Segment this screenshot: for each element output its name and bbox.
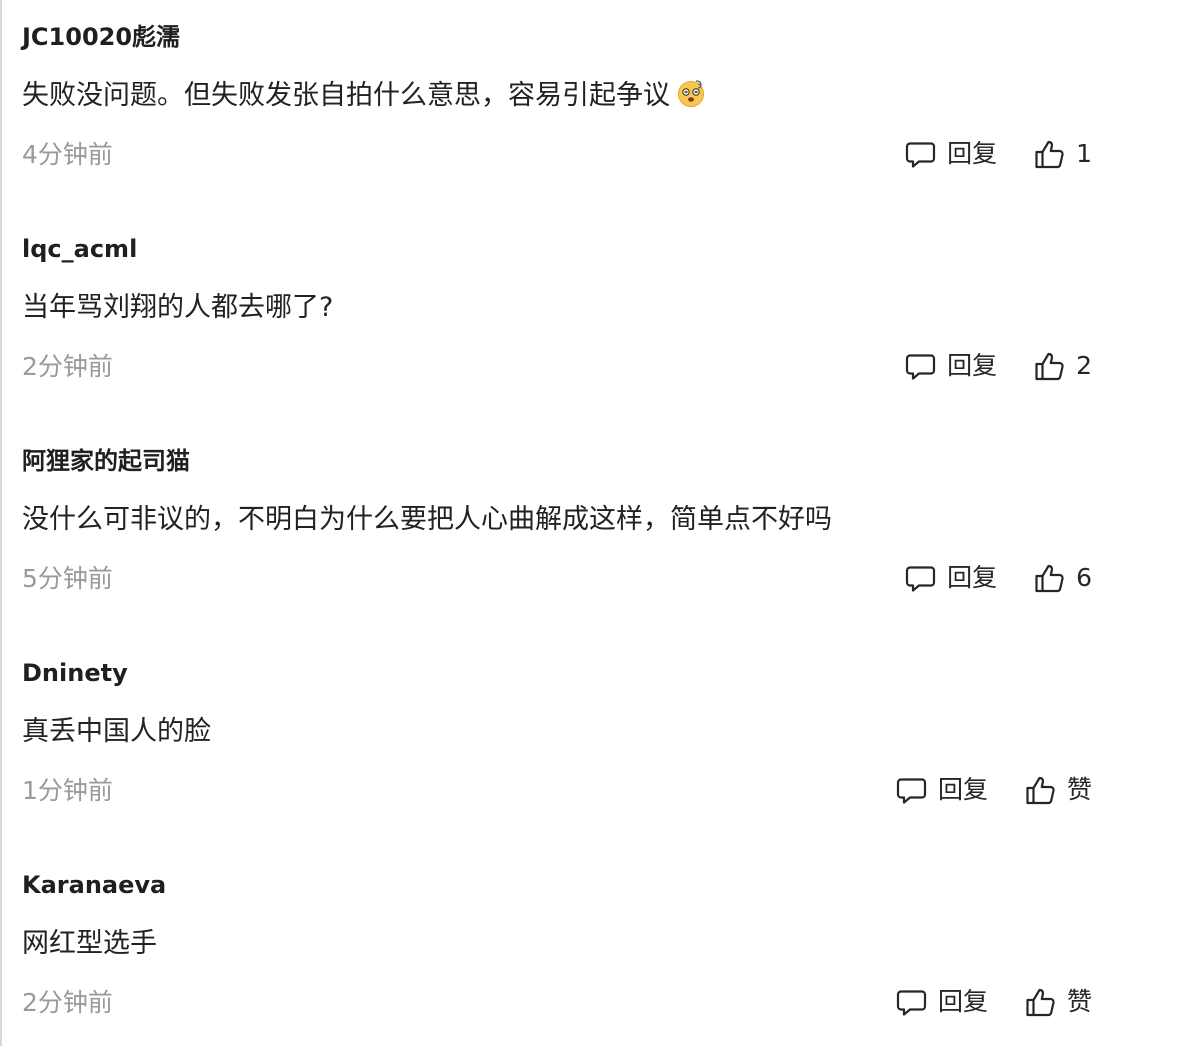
like-count: 6 [1076,563,1092,592]
comment-bubble-icon [895,774,928,807]
comment-time: 1分钟前 [22,776,113,805]
comment-username[interactable]: Karanaeva [22,868,166,902]
comment-time: 2分钟前 [22,988,113,1017]
comment-actions: 回复 1 [904,134,1092,174]
comment-username[interactable]: Dninety [22,656,128,690]
comment-content: 没什么可非议的，不明白为什么要把人心曲解成这样，简单点不好吗 [22,502,832,538]
thumbs-up-icon [1033,138,1066,171]
comment-list: JC10020彪濡 失败没问题。但失败发张自拍什么意思，容易引起争议 4分钟前 [0,0,1193,1046]
reply-label: 回复 [947,351,998,380]
reply-label: 回复 [947,563,998,592]
comment-username[interactable]: 阿狸家的起司猫 [22,444,190,478]
comment-bubble-icon [904,138,937,171]
thumbs-up-icon [1033,562,1066,595]
like-count: 1 [1076,139,1092,168]
reply-button[interactable]: 回复 [904,137,997,171]
like-button[interactable]: 赞 [1024,773,1092,807]
dizzy-face-emoji-icon [676,78,706,108]
comment-content: 失败没问题。但失败发张自拍什么意思，容易引起争议 [22,78,706,114]
comment-bubble-icon [904,562,937,595]
comment-bubble-icon [904,350,937,383]
reply-label: 回复 [947,139,998,168]
comment-item: Karanaeva 网红型选手 2分钟前 回复 赞 [0,848,1193,1060]
comment-username[interactable]: lqc_acml [22,232,137,266]
reply-button[interactable]: 回复 [904,561,997,595]
comment-item: Dninety 真丢中国人的脸 1分钟前 回复 赞 [0,636,1193,848]
comment-bubble-icon [895,986,928,1019]
reply-button[interactable]: 回复 [904,349,997,383]
comment-actions: 回复 6 [904,558,1092,598]
comment-username[interactable]: JC10020彪濡 [22,20,180,54]
reply-button[interactable]: 回复 [895,985,988,1019]
reply-label: 回复 [937,775,988,804]
comment-time: 5分钟前 [22,564,113,593]
like-button[interactable]: 1 [1033,137,1092,171]
comment-text: 真丢中国人的脸 [22,716,211,747]
comment-content: 真丢中国人的脸 [22,714,211,750]
comment-item: 阿狸家的起司猫 没什么可非议的，不明白为什么要把人心曲解成这样，简单点不好吗 5… [0,424,1193,636]
comment-actions: 回复 赞 [895,770,1092,810]
thumbs-up-icon [1024,774,1057,807]
comment-content: 当年骂刘翔的人都去哪了? [22,290,333,326]
like-label: 赞 [1066,987,1092,1016]
comment-time: 4分钟前 [22,140,113,169]
thumbs-up-icon [1024,986,1057,1019]
reply-label: 回复 [937,987,988,1016]
like-button[interactable]: 6 [1033,561,1092,595]
comment-text: 失败没问题。但失败发张自拍什么意思，容易引起争议 [22,80,670,111]
comment-time: 2分钟前 [22,352,113,381]
like-button[interactable]: 2 [1033,349,1092,383]
thumbs-up-icon [1033,350,1066,383]
comment-item: JC10020彪濡 失败没问题。但失败发张自拍什么意思，容易引起争议 4分钟前 [0,0,1193,212]
reply-button[interactable]: 回复 [895,773,988,807]
comment-text: 网红型选手 [22,928,157,959]
like-button[interactable]: 赞 [1024,985,1092,1019]
comment-actions: 回复 赞 [895,982,1092,1022]
comment-item: lqc_acml 当年骂刘翔的人都去哪了? 2分钟前 回复 2 [0,212,1193,424]
like-label: 赞 [1066,775,1092,804]
comment-actions: 回复 2 [904,346,1092,386]
comment-text: 没什么可非议的，不明白为什么要把人心曲解成这样，简单点不好吗 [22,504,832,535]
like-count: 2 [1076,351,1092,380]
comment-content: 网红型选手 [22,926,157,962]
comment-text: 当年骂刘翔的人都去哪了? [22,292,334,323]
